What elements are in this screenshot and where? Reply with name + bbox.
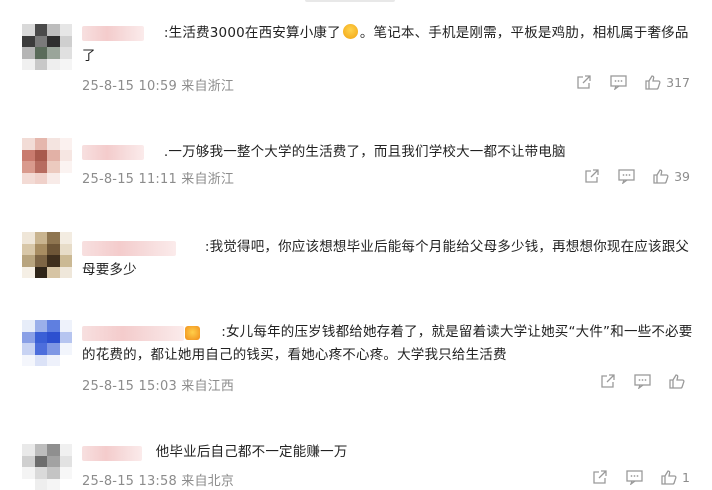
like-button[interactable]: 1: [661, 470, 690, 485]
comment-icon[interactable]: [618, 169, 635, 184]
comment-actions: 1: [592, 470, 690, 485]
top-strip: [0, 0, 712, 6]
comment-date: 25-8-15 11:11: [82, 172, 177, 187]
comment-meta: 25-8-15 11:11 来自浙江: [82, 168, 234, 187]
thumbs-up-icon: [669, 374, 685, 389]
like-button[interactable]: 317: [645, 75, 690, 90]
comment-meta: 25-8-15 13:58 来自北京: [82, 470, 234, 489]
share-icon[interactable]: [584, 169, 600, 184]
comment-text-body: :我觉得吧，你应该想想毕业后能每个月能给父母多少钱，再想想你现在应该跟父母要多少: [82, 239, 690, 278]
comment-actions: [600, 374, 690, 389]
thumbs-up-icon: [653, 169, 669, 184]
comment-text-body: 他毕业后自己都不一定能赚一万: [155, 444, 348, 460]
comment-actions: 317: [576, 75, 690, 90]
comment-icon[interactable]: [634, 374, 651, 389]
share-icon[interactable]: [592, 470, 608, 485]
comment-text-body: :女儿每年的压岁钱都给她存着了，就是留着读大学让她买“大件”和一些不必要的花费的…: [82, 324, 693, 363]
comment-location: 来自江西: [181, 379, 235, 394]
comment-date: 25-8-15 15:03: [82, 379, 177, 394]
like-count: 1: [682, 470, 690, 485]
like-button[interactable]: 39: [653, 169, 690, 184]
comment-actions: 39: [584, 169, 690, 184]
comment-location: 来自浙江: [181, 172, 235, 187]
like-count: 39: [674, 169, 690, 184]
avatar[interactable]: [22, 444, 72, 490]
comment-date: 25-8-15 10:59: [82, 79, 177, 94]
avatar[interactable]: [22, 24, 72, 70]
avatar[interactable]: [22, 320, 72, 366]
comment-text-body: .一万够我一整个大学的生活费了，而且我们学校大一都不让带电脑: [163, 144, 566, 160]
avatar[interactable]: [22, 138, 72, 184]
avatar[interactable]: [22, 232, 72, 278]
share-icon[interactable]: [600, 374, 616, 389]
comment-meta: 25-8-15 10:59 来自浙江: [82, 75, 234, 94]
smiley-emoji-icon: [342, 24, 358, 39]
comment-location: 来自浙江: [181, 79, 235, 94]
comment-text: xxxxxxxxxx.一万够我一整个大学的生活费了，而且我们学校大一都不让带电脑: [82, 141, 694, 164]
comment-icon[interactable]: [626, 470, 643, 485]
like-count: 317: [666, 75, 690, 90]
comment-text-part1: :生活费3000在西安算小康了: [163, 25, 341, 41]
thumbs-up-icon: [645, 75, 661, 90]
thumbs-up-icon: [661, 470, 677, 485]
comment-icon[interactable]: [610, 75, 627, 90]
like-button[interactable]: [669, 374, 690, 389]
comment-meta: 25-8-15 15:03 来自江西: [82, 375, 234, 394]
comment-text: xxxxxxxxxxxxxxx:我觉得吧，你应该想想毕业后能每个月能给父母多少钱…: [82, 236, 694, 282]
comment-text: xxxxxxxxx他毕业后自己都不一定能赚一万: [82, 441, 694, 464]
comment-text: xxxxxxxxxxxxxxxxx:女儿每年的压岁钱都给她存着了，就是留着读大学…: [82, 321, 694, 367]
comment-text: xxxxxxxxxx:生活费3000在西安算小康了。笔记本、手机是刚需，平板是鸡…: [82, 22, 694, 68]
share-icon[interactable]: [576, 75, 592, 90]
